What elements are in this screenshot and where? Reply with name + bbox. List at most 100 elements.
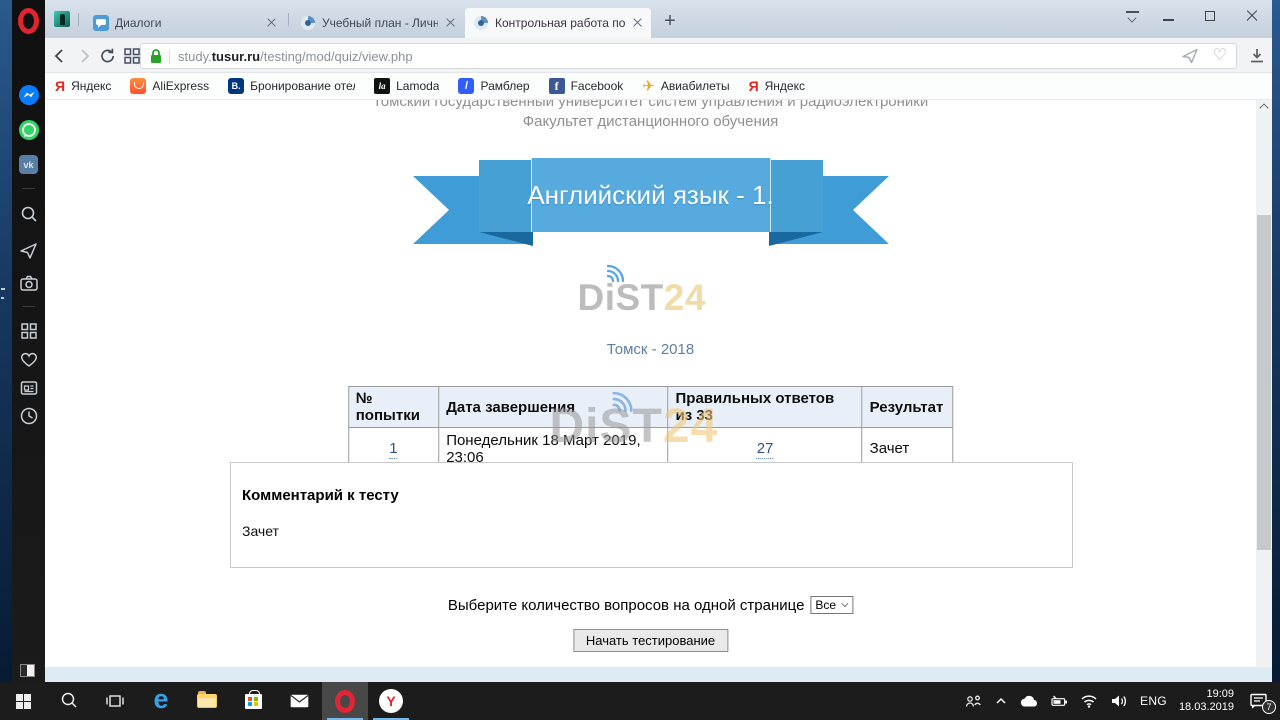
start-button[interactable]	[0, 682, 46, 720]
pinned-tab-favicon[interactable]	[54, 11, 70, 27]
dist24-logo: DiST24	[578, 261, 724, 317]
volume-button[interactable]	[1110, 694, 1128, 708]
city-year: Томск - 2018	[607, 341, 694, 358]
correct-answers-link[interactable]: 27	[757, 440, 774, 459]
bookmark-booking[interactable]: B.Бронирование отел	[228, 78, 355, 94]
whatsapp-button[interactable]	[18, 119, 39, 140]
my-flow-sidebar-button[interactable]	[18, 240, 39, 261]
bookmark-avia[interactable]: ✈Авиабилеты	[642, 77, 729, 95]
tab-title: Учебный план - Личный	[322, 16, 438, 30]
yandex-browser-icon: Y	[379, 689, 403, 713]
battery-plug-icon	[1051, 695, 1068, 707]
opera-menu-button[interactable]	[18, 8, 39, 34]
scrollbar-thumb[interactable]	[1257, 215, 1271, 550]
tab-search-button[interactable]	[1114, 0, 1150, 32]
speed-dial-sidebar-button[interactable]	[18, 320, 39, 341]
mail-icon	[290, 694, 309, 708]
maximize-button[interactable]	[1192, 0, 1228, 32]
paper-plane-icon	[19, 241, 39, 261]
personal-news-button[interactable]	[18, 377, 39, 398]
bookmark-rambler[interactable]: /Рамблер	[458, 78, 529, 94]
tab-close-icon[interactable]	[267, 18, 277, 28]
heart-icon	[19, 350, 39, 368]
sidebar-search-button[interactable]	[18, 204, 39, 225]
browser-window: Диалоги Учебный план - Личный Контрольна…	[12, 0, 1272, 682]
people-button[interactable]	[965, 695, 983, 708]
airplane-icon: ✈	[642, 77, 655, 95]
per-page-select[interactable]: Все	[810, 596, 853, 614]
bookmark-yandex[interactable]: ЯЯндекс	[55, 78, 111, 94]
lamoda-icon: la	[374, 78, 390, 94]
tab-close-icon[interactable]	[633, 18, 643, 28]
taskbar-search-button[interactable]	[46, 682, 92, 720]
tab-dialogs[interactable]: Диалоги	[85, 8, 285, 38]
cloud-icon	[1019, 695, 1039, 708]
close-button[interactable]	[1234, 0, 1270, 32]
tray-expand-button[interactable]	[995, 697, 1007, 705]
bookmark-facebook[interactable]: fFacebook	[549, 78, 624, 94]
vk-button[interactable]: vk	[18, 154, 39, 175]
downloads-button[interactable]	[1246, 46, 1268, 66]
mail-button[interactable]	[276, 682, 322, 720]
bookmark-lamoda[interactable]: laLamoda	[374, 78, 439, 94]
grid-icon	[123, 47, 141, 65]
tray-date: 18.03.2019	[1179, 701, 1234, 714]
onedrive-button[interactable]	[1019, 695, 1039, 708]
course-banner: Английский язык - 1.	[413, 156, 889, 248]
col-result: Результат	[862, 387, 953, 428]
logo-text-24: 24	[664, 277, 706, 318]
task-view-button[interactable]	[92, 682, 138, 720]
microsoft-store-button[interactable]	[230, 682, 276, 720]
forward-button[interactable]	[73, 45, 95, 67]
start-test-button[interactable]: Начать тестирование	[573, 629, 728, 652]
bookmark-aliexpress[interactable]: AliExpress	[130, 78, 209, 94]
clock-icon	[19, 406, 39, 426]
wifi-icon	[1080, 694, 1098, 708]
bookmarks-bar: ЯЯндекс AliExpress B.Бронирование отел l…	[45, 73, 1272, 100]
file-explorer-button[interactable]	[184, 682, 230, 720]
windows-taskbar: e Y	[0, 682, 1280, 720]
scroll-up-icon[interactable]	[1259, 103, 1268, 112]
task-view-icon	[106, 693, 124, 709]
comment-title: Комментарий к тесту	[242, 487, 399, 504]
taskbar-clock[interactable]: 19:09 18.03.2019	[1179, 688, 1234, 714]
sidebar-divider	[22, 188, 35, 189]
tab-title: Диалоги	[115, 16, 259, 30]
url-field[interactable]: study.tusur.ru/testing/mod/quiz/view.php…	[140, 43, 1237, 69]
my-flow-button[interactable]	[1181, 48, 1199, 64]
sidebar-setup-button[interactable]	[20, 664, 35, 677]
tab-quiz-active[interactable]: Контрольная работа по д	[465, 8, 651, 38]
bookmark-heart-button[interactable]: ♡	[1213, 48, 1227, 64]
search-icon	[19, 205, 39, 225]
folder-icon	[197, 694, 217, 708]
tab-study-plan[interactable]: Учебный план - Личный	[292, 8, 464, 38]
back-button[interactable]	[49, 45, 71, 67]
battery-button[interactable]	[1051, 695, 1068, 707]
tab-separator	[78, 13, 79, 26]
reload-button[interactable]	[97, 45, 119, 67]
col-correct: Правильных ответов из 33	[668, 387, 862, 428]
language-indicator[interactable]: ENG	[1140, 694, 1167, 708]
desktop-wallpaper-right	[1272, 0, 1280, 682]
history-button[interactable]	[18, 405, 39, 426]
snapshot-button[interactable]	[18, 272, 39, 293]
download-icon	[1247, 47, 1267, 65]
messenger-button[interactable]	[18, 84, 39, 105]
bookmark-yandex-2[interactable]: ЯЯндекс	[749, 78, 805, 94]
opera-taskbar-button[interactable]	[322, 682, 368, 720]
scrollbar[interactable]	[1256, 100, 1272, 667]
attempts-table: № попытки Дата завершения Правильных отв…	[348, 386, 954, 470]
attempt-link[interactable]: 1	[389, 440, 397, 459]
tab-close-icon[interactable]	[446, 18, 456, 28]
new-tab-button[interactable]: +	[657, 8, 683, 34]
yandex-browser-button[interactable]: Y	[368, 682, 414, 720]
minimize-button[interactable]	[1150, 0, 1186, 32]
network-button[interactable]	[1080, 694, 1098, 708]
url-path: /testing/mod/quiz/view.php	[260, 49, 412, 64]
edge-button[interactable]: e	[138, 682, 184, 720]
bookmarks-sidebar-button[interactable]	[18, 348, 39, 369]
whatsapp-icon	[19, 120, 39, 140]
screen: Диалоги Учебный план - Личный Контрольна…	[0, 0, 1280, 720]
per-page-label: Выберите количество вопросов на одной ст…	[448, 597, 805, 614]
action-center-button[interactable]: 7	[1246, 690, 1272, 712]
